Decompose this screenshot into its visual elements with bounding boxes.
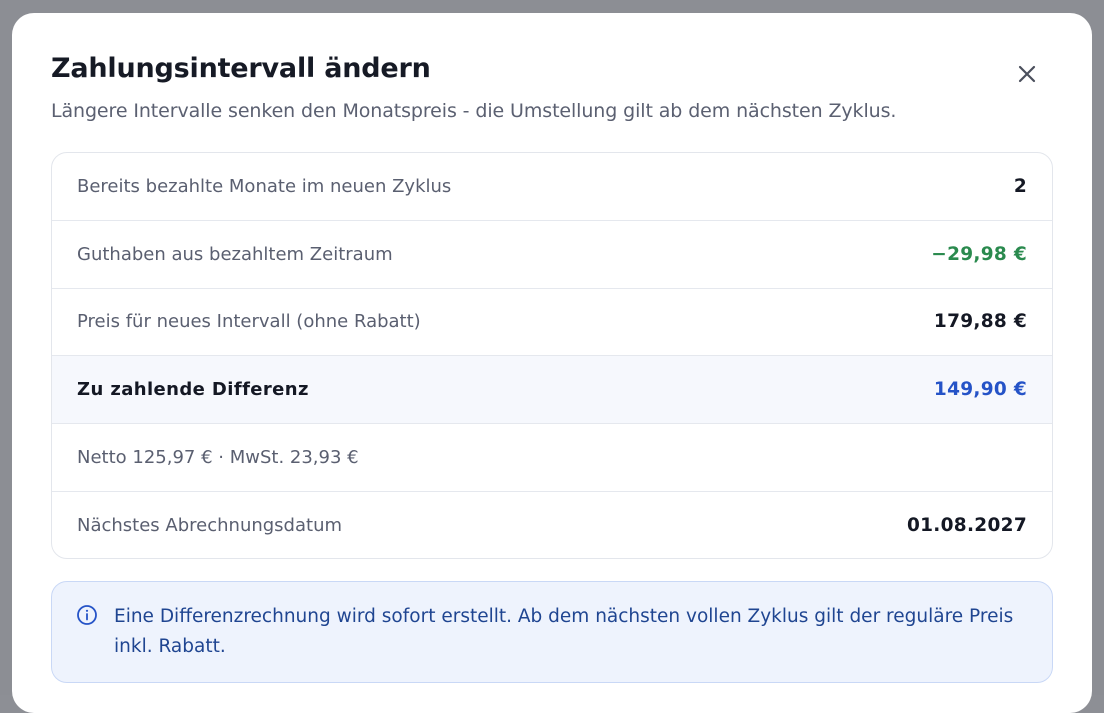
- close-icon: [1018, 65, 1036, 83]
- row-value: 2: [1013, 175, 1027, 197]
- dialog-subtitle: Längere Intervalle senken den Monatsprei…: [51, 100, 897, 122]
- info-notice-text: Eine Differenzrechnung wird sofort erste…: [114, 606, 1014, 657]
- amount-due-label: Zu zahlende Differenz: [77, 379, 309, 401]
- summary-row-amount-due: Zu zahlende Differenz 149,90 €: [52, 356, 1052, 425]
- next-billing-date-value: 01.08.2027: [906, 515, 1027, 537]
- row-label: Preis für neues Intervall (ohne Rabatt): [77, 311, 421, 333]
- info-icon: [77, 605, 97, 625]
- row-label: Guthaben aus bezahltem Zeitraum: [77, 243, 393, 265]
- close-button[interactable]: [1012, 59, 1042, 89]
- summary-row-new-interval-price: Preis für neues Intervall (ohne Rabatt) …: [52, 289, 1052, 357]
- amount-due-value: 149,90 €: [933, 379, 1027, 401]
- dialog-title: Zahlungsintervall ändern: [51, 53, 431, 84]
- summary-row-tax-breakdown: Netto 125,97 € · MwSt. 23,93 €: [52, 424, 1052, 492]
- tax-breakdown-text: Netto 125,97 € · MwSt. 23,93 €: [77, 447, 359, 469]
- row-label: Nächstes Abrechnungsdatum: [77, 515, 343, 537]
- row-value: 179,88 €: [933, 311, 1027, 333]
- credit-value: −29,98 €: [931, 243, 1027, 265]
- summary-row-credit: Guthaben aus bezahltem Zeitraum −29,98 €: [52, 221, 1052, 289]
- info-notice: Eine Differenzrechnung wird sofort erste…: [51, 581, 1053, 683]
- summary-row-next-billing-date: Nächstes Abrechnungsdatum 01.08.2027: [52, 492, 1052, 558]
- price-summary-table: Bereits bezahlte Monate im neuen Zyklus …: [51, 152, 1053, 559]
- row-label: Bereits bezahlte Monate im neuen Zyklus: [77, 175, 452, 197]
- change-billing-interval-dialog: Zahlungsintervall ändern Längere Interva…: [12, 13, 1092, 713]
- summary-row-paid-months: Bereits bezahlte Monate im neuen Zyklus …: [52, 153, 1052, 221]
